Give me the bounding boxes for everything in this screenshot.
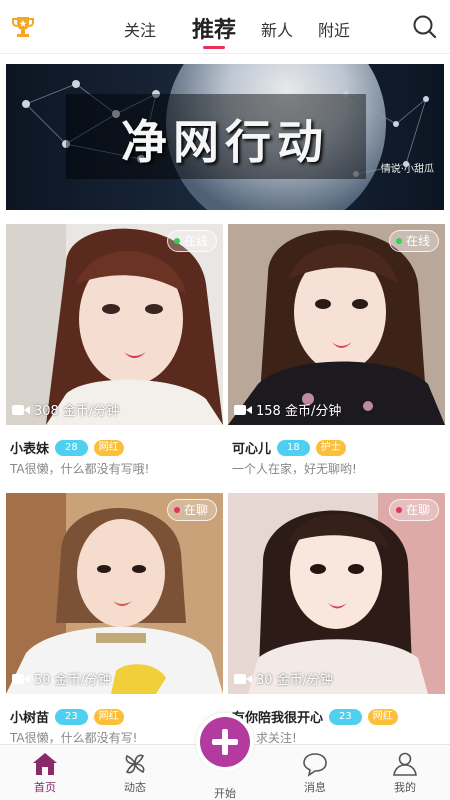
price-text: 308 金币/分钟 [34, 404, 120, 419]
online-dot-icon [395, 238, 402, 244]
price-label: 50 金币/分钟 [12, 669, 111, 688]
user-name: 小表妹 [10, 442, 50, 457]
search-icon[interactable] [412, 14, 438, 40]
busy-dot-icon [173, 507, 180, 513]
age-badge: 18 [277, 439, 310, 456]
user-info-row: 小表妹 28 网红 [10, 438, 124, 457]
price-text: 158 金币/分钟 [256, 404, 342, 419]
nav-home-label: 首页 [34, 781, 56, 794]
banner-title: 净网行动 [121, 115, 329, 169]
active-tab-indicator [203, 46, 225, 49]
nav-profile[interactable]: 我的 [375, 751, 435, 795]
pinwheel-icon [125, 754, 145, 774]
user-photo[interactable]: 在线 308 金币/分钟 [6, 224, 223, 425]
role-tag: 网红 [93, 439, 124, 456]
promo-banner[interactable]: 净网行动 情说·小甜瓜 [6, 64, 444, 210]
user-info-row: 可心儿 18 护士 [232, 438, 346, 457]
role-tag: 护士 [315, 439, 346, 456]
user-name: 小树苗 [10, 711, 50, 726]
start-button[interactable] [196, 713, 254, 771]
online-dot-icon [173, 238, 180, 244]
nav-moments-label: 动态 [124, 781, 146, 794]
bottom-nav-bar: 首页 动态 开始 消息 我的 [0, 713, 450, 800]
nav-messages[interactable]: 消息 [285, 751, 345, 795]
status-label: 在线 [405, 234, 430, 248]
nav-moments[interactable]: 动态 [105, 751, 165, 795]
top-nav-bar: 关注 推荐 新人 附近 [0, 0, 450, 54]
role-tag: 网红 [93, 708, 124, 725]
user-card[interactable]: 在线 158 金币/分钟 可心儿 18 护士 一个人在家，好无聊哟! [228, 224, 445, 492]
nav-start-label: 开始 [214, 787, 236, 800]
nav-messages-label: 消息 [304, 781, 326, 794]
tab-recommended[interactable]: 推荐 [192, 12, 236, 44]
video-camera-icon [12, 673, 30, 684]
price-label: 308 金币/分钟 [12, 400, 119, 419]
plus-icon [200, 717, 250, 767]
video-camera-icon [12, 404, 30, 415]
user-bio: 一个人在家，好无聊哟! [232, 462, 357, 476]
video-camera-icon [234, 404, 252, 415]
user-photo[interactable]: 在聊 50 金币/分钟 [6, 493, 223, 694]
price-text: 50 金币/分钟 [34, 673, 112, 688]
user-info-row: 小树苗 23 网红 [10, 707, 124, 726]
user-photo[interactable]: 在聊 30 金币/分钟 [228, 493, 445, 694]
banner-signature: 情说·小甜瓜 [380, 164, 434, 175]
price-label: 158 金币/分钟 [234, 400, 341, 419]
price-label: 30 金币/分钟 [234, 669, 333, 688]
nav-profile-label: 我的 [394, 781, 416, 794]
status-badge: 在线 [166, 230, 217, 252]
user-card[interactable]: 在聊 30 金币/分钟 有你陪我很开心 23 网红 人，求关注! [228, 493, 445, 745]
role-tag: 网红 [367, 708, 398, 725]
status-label: 在线 [183, 234, 208, 248]
age-badge: 28 [55, 439, 88, 456]
tab-newcomers[interactable]: 新人 [261, 17, 293, 41]
nav-home[interactable]: 首页 [15, 751, 75, 795]
user-bio: TA很懒，什么都没有写哦! [10, 462, 150, 476]
busy-dot-icon [395, 507, 402, 513]
age-badge: 23 [55, 708, 88, 725]
user-card[interactable]: 在线 308 金币/分钟 小表妹 28 网红 TA很懒，什么都没有写哦! [6, 224, 223, 492]
status-label: 在聊 [405, 503, 430, 517]
user-card[interactable]: 在聊 50 金币/分钟 小树苗 23 网红 TA很懒，什么都没有写! [6, 493, 223, 745]
status-badge: 在聊 [166, 499, 217, 521]
video-camera-icon [234, 673, 252, 684]
age-badge: 23 [329, 708, 362, 725]
status-badge: 在聊 [388, 499, 439, 521]
tab-following[interactable]: 关注 [124, 17, 156, 41]
status-label: 在聊 [183, 503, 208, 517]
user-photo[interactable]: 在线 158 金币/分钟 [228, 224, 445, 425]
home-icon [33, 753, 57, 775]
user-name: 可心儿 [232, 442, 272, 457]
price-text: 30 金币/分钟 [256, 673, 334, 688]
status-badge: 在线 [388, 230, 439, 252]
user-icon [393, 752, 417, 776]
tab-nearby[interactable]: 附近 [318, 17, 350, 41]
user-info-row: 有你陪我很开心 23 网红 [232, 707, 398, 726]
chat-icon [303, 753, 327, 777]
